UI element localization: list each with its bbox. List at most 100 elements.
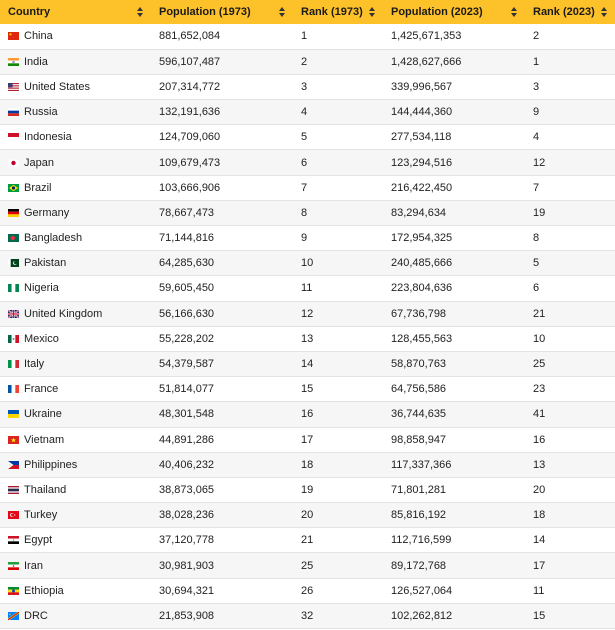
table-row: Egypt 37,120,778 21 112,716,599 14 <box>0 527 615 554</box>
cell-population-1973: 30,981,903 <box>151 552 293 579</box>
cell-country: DRC <box>0 603 151 630</box>
cell-rank-1973: 13 <box>293 326 383 352</box>
cell-population-1973: 44,891,286 <box>151 427 293 453</box>
country-name: Japan <box>24 156 54 169</box>
column-header-population-2023[interactable]: Population (2023) <box>383 0 525 24</box>
cell-country: Germany <box>0 200 151 227</box>
cell-rank-1973: 16 <box>293 401 383 428</box>
sort-icon[interactable] <box>510 6 518 18</box>
cell-rank-2023: 25 <box>525 351 615 378</box>
country-name: Mexico <box>24 332 59 345</box>
table-row: Vietnam 44,891,286 17 98,858,947 16 <box>0 427 615 453</box>
cell-population-1973: 37,120,778 <box>151 527 293 554</box>
column-header-label: Country <box>8 6 51 18</box>
country-name: Russia <box>24 106 58 119</box>
cell-population-2023: 172,954,325 <box>383 225 525 252</box>
cell-population-1973: 38,873,065 <box>151 477 293 504</box>
sort-icon[interactable] <box>600 6 608 18</box>
cell-population-1973: 40,406,232 <box>151 452 293 478</box>
cell-population-1973: 109,679,473 <box>151 149 293 176</box>
thailand-flag-icon <box>8 485 19 494</box>
cell-rank-1973: 5 <box>293 124 383 151</box>
cell-population-2023: 71,801,281 <box>383 477 525 504</box>
cell-population-2023: 64,756,586 <box>383 376 525 403</box>
cell-rank-1973: 11 <box>293 275 383 302</box>
cell-rank-2023: 11 <box>525 578 615 604</box>
cell-rank-2023: 1 <box>525 49 615 75</box>
cell-rank-2023: 7 <box>525 175 615 201</box>
drc-flag-icon <box>8 611 19 620</box>
cell-population-2023: 112,716,599 <box>383 527 525 554</box>
table-row: Germany 78,667,473 8 83,294,634 19 <box>0 200 615 227</box>
cell-rank-2023: 15 <box>525 603 615 630</box>
cell-rank-1973: 7 <box>293 175 383 201</box>
table-row: Russia 132,191,636 4 144,444,360 9 <box>0 99 615 126</box>
cell-population-2023: 144,444,360 <box>383 99 525 126</box>
table-row: Thailand 38,873,065 19 71,801,281 20 <box>0 477 615 504</box>
egypt-flag-icon <box>8 536 19 545</box>
cell-population-1973: 21,853,908 <box>151 603 293 630</box>
country-name: India <box>24 55 48 68</box>
country-name: Bangladesh <box>24 232 83 245</box>
country-name: Italy <box>24 358 45 371</box>
cell-country: Indonesia <box>0 124 151 151</box>
cell-population-2023: 98,858,947 <box>383 427 525 453</box>
table-row: China 881,652,084 1 1,425,671,353 2 <box>0 24 615 50</box>
table-row: Ukraine 48,301,548 16 36,744,635 41 <box>0 401 615 428</box>
country-name: Indonesia <box>24 131 72 144</box>
cell-rank-1973: 9 <box>293 225 383 252</box>
cell-rank-2023: 2 <box>525 24 615 50</box>
cell-population-2023: 240,485,666 <box>383 250 525 277</box>
table-row: Pakistan 64,285,630 10 240,485,666 5 <box>0 250 615 277</box>
cell-country: Bangladesh <box>0 225 151 252</box>
cell-country: Philippines <box>0 452 151 478</box>
cell-population-1973: 48,301,548 <box>151 401 293 428</box>
cell-country: China <box>0 24 151 50</box>
column-header-country[interactable]: Country <box>0 0 151 24</box>
cell-rank-2023: 18 <box>525 502 615 529</box>
cell-rank-2023: 16 <box>525 427 615 453</box>
italy-flag-icon <box>8 360 19 369</box>
cell-rank-1973: 4 <box>293 99 383 126</box>
cell-population-2023: 1,425,671,353 <box>383 24 525 50</box>
column-header-rank-2023[interactable]: Rank (2023) <box>525 0 615 24</box>
column-header-rank-1973[interactable]: Rank (1973) <box>293 0 383 24</box>
cell-rank-1973: 10 <box>293 250 383 277</box>
france-flag-icon <box>8 385 19 394</box>
mexico-flag-icon <box>8 334 19 343</box>
cell-country: Italy <box>0 351 151 378</box>
country-name: DRC <box>24 609 48 622</box>
cell-country: United States <box>0 74 151 101</box>
table-row: Indonesia 124,709,060 5 277,534,118 4 <box>0 124 615 151</box>
cell-rank-1973: 15 <box>293 376 383 403</box>
table-row: India 596,107,487 2 1,428,627,666 1 <box>0 49 615 75</box>
cell-country: Thailand <box>0 477 151 504</box>
table-row: United States 207,314,772 3 339,996,567 3 <box>0 74 615 101</box>
sort-icon[interactable] <box>136 6 144 18</box>
sort-icon[interactable] <box>368 6 376 18</box>
column-header-population-1973[interactable]: Population (1973) <box>151 0 293 24</box>
cell-rank-1973: 14 <box>293 351 383 378</box>
cell-population-2023: 83,294,634 <box>383 200 525 227</box>
cell-rank-1973: 32 <box>293 603 383 630</box>
cell-country: France <box>0 376 151 403</box>
country-name: Germany <box>24 206 70 219</box>
population-table: Country Population (1973) Rank (1973) Po… <box>0 0 615 630</box>
cell-rank-1973: 26 <box>293 578 383 604</box>
sort-icon[interactable] <box>278 6 286 18</box>
table-row: Japan 109,679,473 6 123,294,516 12 <box>0 149 615 176</box>
cell-country: Japan <box>0 149 151 176</box>
cell-population-2023: 85,816,192 <box>383 502 525 529</box>
cell-country: Ukraine <box>0 401 151 428</box>
cell-country: Russia <box>0 99 151 126</box>
cell-population-1973: 124,709,060 <box>151 124 293 151</box>
table-row: Turkey 38,028,236 20 85,816,192 18 <box>0 502 615 529</box>
us-flag-icon <box>8 82 19 91</box>
cell-population-2023: 277,534,118 <box>383 124 525 151</box>
cell-rank-1973: 20 <box>293 502 383 529</box>
header-row: Country Population (1973) Rank (1973) Po… <box>0 0 615 24</box>
cell-rank-1973: 8 <box>293 200 383 227</box>
column-header-label: Population (1973) <box>159 6 251 18</box>
cell-rank-1973: 17 <box>293 427 383 453</box>
india-flag-icon <box>8 57 19 66</box>
